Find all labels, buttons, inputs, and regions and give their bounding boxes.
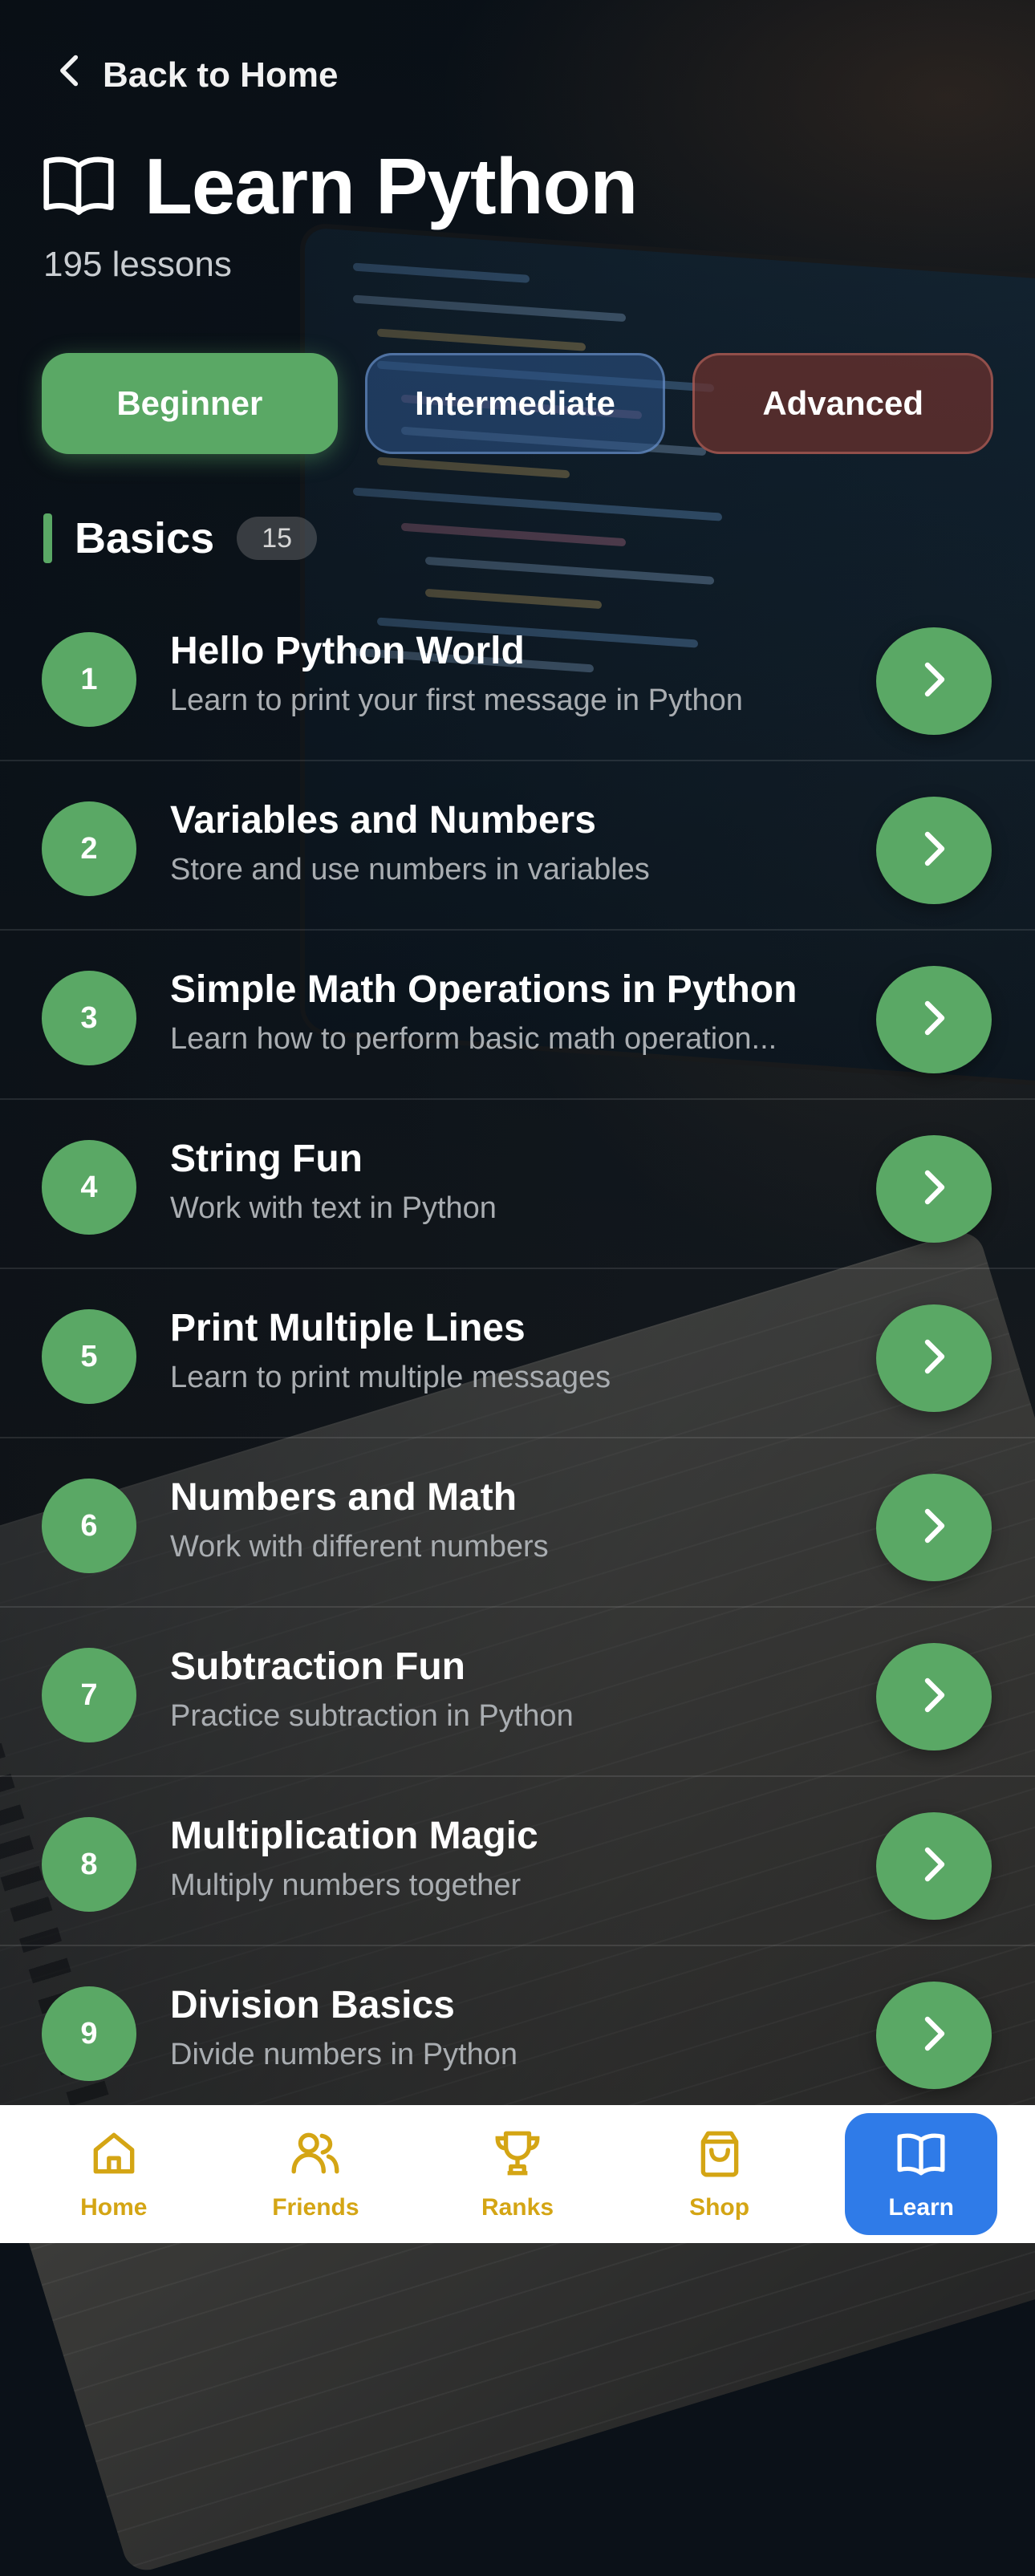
start-lesson-button[interactable] xyxy=(876,1474,992,1581)
lesson-row[interactable]: 3 Simple Math Operations in Python Learn… xyxy=(0,931,1035,1100)
lesson-row[interactable]: 9 Division Basics Divide numbers in Pyth… xyxy=(0,1946,1035,2116)
nav-item-home[interactable]: Home xyxy=(38,2113,190,2235)
lesson-number-badge: 8 xyxy=(42,1817,136,1912)
difficulty-tabs: Beginner Intermediate Advanced xyxy=(42,353,994,454)
bottom-nav: Home Friends Ranks Shop Learn xyxy=(0,2105,1035,2243)
nav-item-friends[interactable]: Friends xyxy=(239,2113,392,2235)
nav-item-learn[interactable]: Learn xyxy=(845,2113,998,2235)
lesson-description: Work with different numbers xyxy=(170,1530,549,1564)
section-count-badge: 15 xyxy=(237,517,318,560)
start-lesson-button[interactable] xyxy=(876,797,992,904)
lesson-row[interactable]: 2 Variables and Numbers Store and use nu… xyxy=(0,761,1035,931)
shopping-bag-icon xyxy=(693,2127,746,2186)
lesson-title: String Fun xyxy=(170,1138,363,1180)
home-icon xyxy=(87,2127,140,2186)
open-book-icon xyxy=(42,152,116,221)
back-to-home-label: Back to Home xyxy=(103,55,339,95)
page-title: Learn Python xyxy=(144,142,638,230)
start-lesson-button[interactable] xyxy=(876,1812,992,1920)
lesson-description: Store and use numbers in variables xyxy=(170,853,650,886)
chevron-right-icon xyxy=(918,999,950,1041)
nav-label-ranks: Ranks xyxy=(481,2194,554,2221)
lesson-row[interactable]: 6 Numbers and Math Work with different n… xyxy=(0,1438,1035,1608)
nav-label-learn: Learn xyxy=(888,2194,955,2221)
section-title: Basics xyxy=(75,514,215,562)
start-lesson-button[interactable] xyxy=(876,1135,992,1243)
lesson-description: Divide numbers in Python xyxy=(170,2038,518,2071)
lesson-title: Division Basics xyxy=(170,1984,455,2026)
chevron-right-icon xyxy=(918,660,950,703)
friends-icon xyxy=(289,2127,342,2186)
lesson-number-badge: 5 xyxy=(42,1309,136,1404)
nav-item-ranks[interactable]: Ranks xyxy=(441,2113,594,2235)
nav-item-shop[interactable]: Shop xyxy=(643,2113,796,2235)
lesson-number-badge: 1 xyxy=(42,632,136,727)
nav-label-shop: Shop xyxy=(689,2194,750,2221)
nav-label-home: Home xyxy=(80,2194,148,2221)
lesson-title: Simple Math Operations in Python xyxy=(170,968,798,1011)
lesson-number-badge: 3 xyxy=(42,971,136,1065)
lesson-description: Learn to print your first message in Pyt… xyxy=(170,684,743,717)
lesson-title: Subtraction Fun xyxy=(170,1645,465,1688)
tab-intermediate[interactable]: Intermediate xyxy=(364,353,666,454)
section-accent-bar xyxy=(43,513,52,563)
tab-beginner[interactable]: Beginner xyxy=(42,353,338,454)
lesson-number-badge: 6 xyxy=(42,1479,136,1573)
lesson-number-badge: 4 xyxy=(42,1140,136,1235)
back-to-home-link[interactable]: Back to Home xyxy=(55,53,338,97)
start-lesson-button[interactable] xyxy=(876,627,992,735)
lesson-row[interactable]: 1 Hello Python World Learn to print your… xyxy=(0,592,1035,761)
lesson-description: Work with text in Python xyxy=(170,1191,497,1225)
chevron-right-icon xyxy=(918,1168,950,1211)
lesson-number-badge: 7 xyxy=(42,1648,136,1742)
lesson-description: Learn how to perform basic math operatio… xyxy=(170,1022,777,1056)
lesson-row[interactable]: 4 String Fun Work with text in Python xyxy=(0,1100,1035,1269)
lesson-number-badge: 2 xyxy=(42,801,136,896)
start-lesson-button[interactable] xyxy=(876,1643,992,1750)
page-header: Learn Python xyxy=(42,141,638,232)
lesson-description: Learn to print multiple messages xyxy=(170,1361,611,1394)
chevron-right-icon xyxy=(918,2014,950,2057)
lesson-title: Print Multiple Lines xyxy=(170,1307,526,1349)
lesson-description: Multiply numbers together xyxy=(170,1868,522,1902)
chevron-right-icon xyxy=(918,1507,950,1549)
lesson-row[interactable]: 7 Subtraction Fun Practice subtraction i… xyxy=(0,1608,1035,1777)
lesson-number-badge: 9 xyxy=(42,1986,136,2081)
book-icon xyxy=(895,2127,948,2186)
nav-label-friends: Friends xyxy=(272,2194,359,2221)
lesson-list: 1 Hello Python World Learn to print your… xyxy=(0,592,1035,2116)
lessons-count: 195 lessons xyxy=(43,245,232,284)
chevron-right-icon xyxy=(918,830,950,872)
chevron-right-icon xyxy=(918,1337,950,1380)
start-lesson-button[interactable] xyxy=(876,966,992,1073)
chevron-left-icon xyxy=(55,53,85,97)
lesson-title: Multiplication Magic xyxy=(170,1815,538,1857)
lesson-description: Practice subtraction in Python xyxy=(170,1699,574,1733)
lesson-title: Variables and Numbers xyxy=(170,799,596,842)
lesson-title: Hello Python World xyxy=(170,630,525,672)
lesson-title: Numbers and Math xyxy=(170,1476,518,1519)
start-lesson-button[interactable] xyxy=(876,1304,992,1412)
trophy-icon xyxy=(491,2127,544,2186)
chevron-right-icon xyxy=(918,1845,950,1888)
start-lesson-button[interactable] xyxy=(876,1982,992,2089)
section-header: Basics 15 xyxy=(43,513,318,563)
tab-advanced[interactable]: Advanced xyxy=(692,353,994,454)
lesson-row[interactable]: 8 Multiplication Magic Multiply numbers … xyxy=(0,1777,1035,1946)
chevron-right-icon xyxy=(918,1676,950,1718)
lesson-row[interactable]: 5 Print Multiple Lines Learn to print mu… xyxy=(0,1269,1035,1438)
